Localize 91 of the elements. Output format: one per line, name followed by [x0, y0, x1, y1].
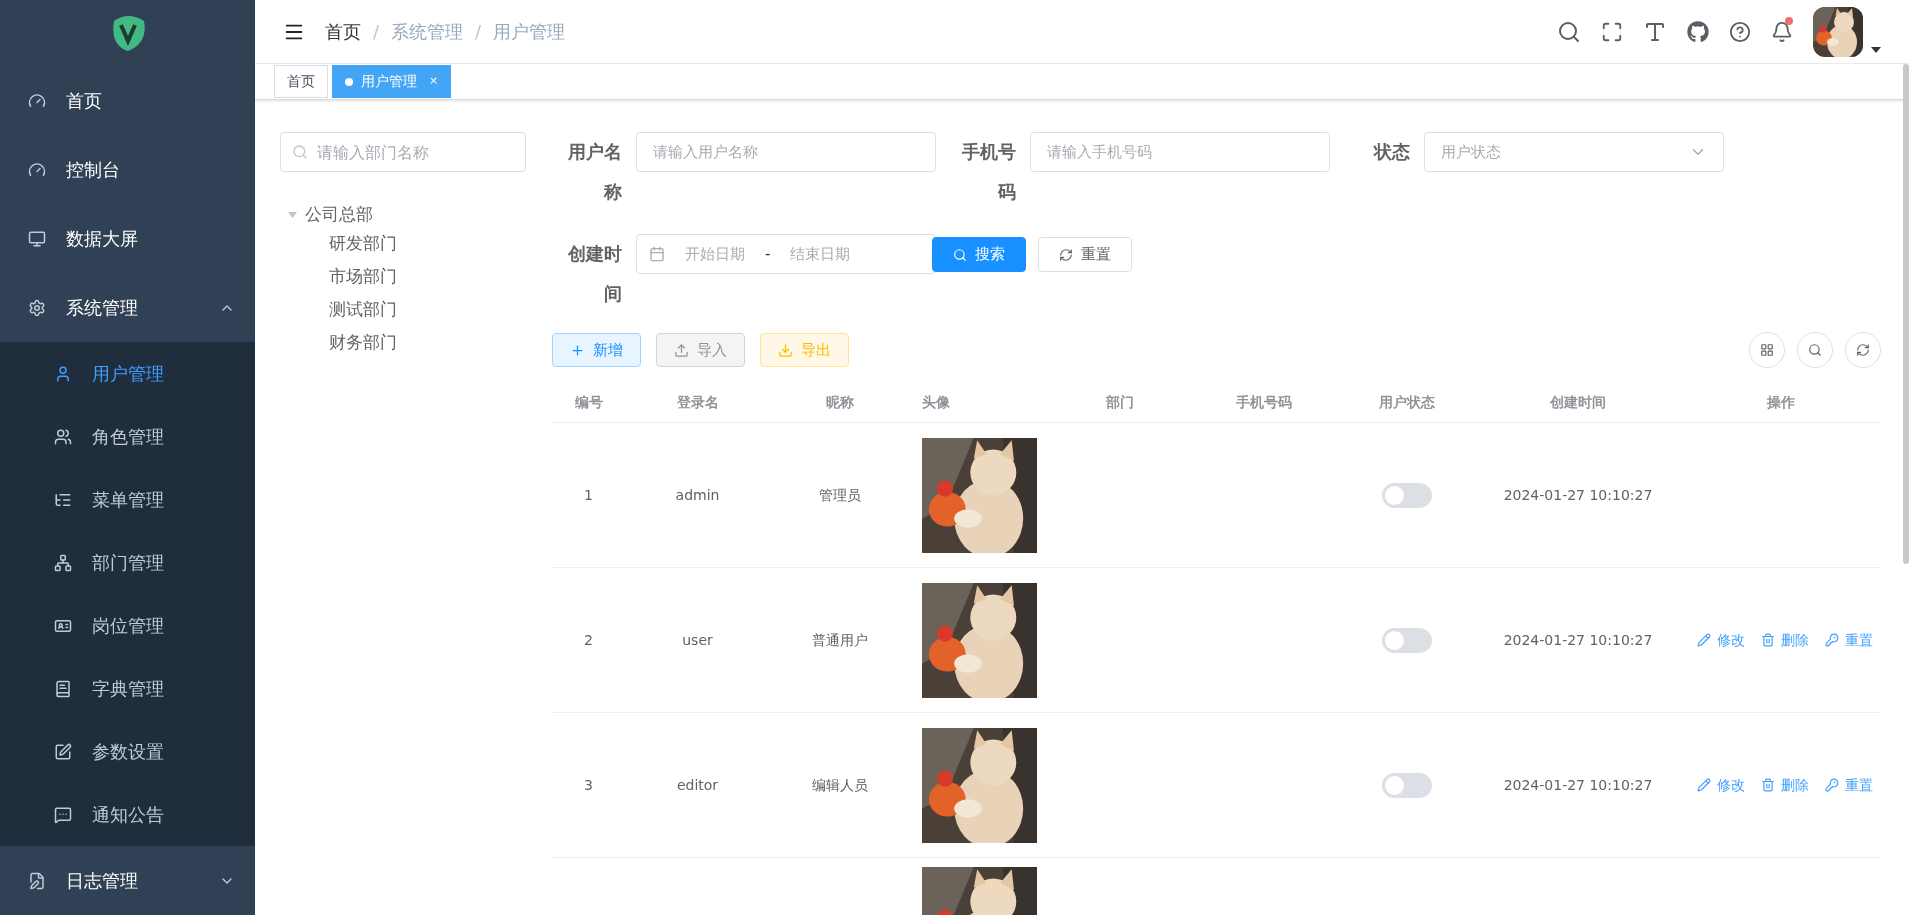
tree-node[interactable]: 测试部门: [329, 296, 397, 323]
tab[interactable]: 首页: [274, 65, 328, 98]
field-label: 状态: [1372, 140, 1411, 164]
grid-icon: [1760, 343, 1774, 357]
status-switch[interactable]: [1382, 482, 1432, 508]
breadcrumb-item: 系统管理: [391, 20, 464, 44]
submenu-item[interactable]: 参数设置: [0, 720, 255, 784]
text-field[interactable]: 请输入用户名称: [636, 132, 936, 172]
tree-node[interactable]: 市场部门: [329, 263, 397, 290]
column-header: 昵称: [826, 393, 854, 410]
table-cell: 编辑人员: [812, 776, 868, 793]
download-icon: [778, 342, 793, 358]
table-cell: admin: [675, 486, 720, 503]
column-header: 部门: [1106, 393, 1134, 410]
pen-square-icon: [54, 742, 72, 761]
submenu-item[interactable]: 字典管理: [0, 657, 255, 721]
breadcrumb-item[interactable]: 首页: [325, 18, 361, 45]
column-header: 头像: [922, 393, 950, 410]
refresh-icon: [1059, 247, 1073, 262]
field-label: 用户名称: [567, 140, 623, 204]
calendar-icon: [649, 246, 665, 262]
scrollbar-thumb[interactable]: [1903, 64, 1909, 564]
help-icon[interactable]: [1729, 20, 1751, 43]
table-cell: 1: [584, 486, 593, 503]
tree-node[interactable]: 公司总部: [305, 201, 373, 228]
gear-icon: [28, 298, 46, 317]
bell-icon[interactable]: [1771, 20, 1793, 43]
pencil-icon: [1697, 778, 1711, 792]
submenu-item[interactable]: 角色管理: [0, 405, 255, 469]
caret-icon[interactable]: [1871, 46, 1881, 53]
column-header: 操作: [1766, 393, 1795, 410]
submenu-item[interactable]: 通知公告: [0, 783, 255, 847]
dept-search-field[interactable]: 请输入部门名称: [280, 132, 526, 172]
search-icon: [1808, 343, 1822, 357]
menu-item[interactable]: 系统管理: [0, 273, 255, 343]
breadcrumb-item: 用户管理: [493, 20, 566, 44]
table-cell: 管理员: [819, 486, 861, 503]
gauge-icon: [28, 91, 46, 110]
table-cell: 2: [584, 631, 593, 648]
column-header: 编号: [574, 393, 603, 410]
tree-node[interactable]: 研发部门: [329, 230, 397, 257]
status-switch[interactable]: [1382, 772, 1432, 798]
table-cell: 普通用户: [812, 631, 868, 648]
menu-item[interactable]: 数据大屏: [0, 204, 255, 274]
upload-icon: [674, 342, 689, 358]
monitor-icon: [28, 229, 46, 248]
gauge-icon: [28, 160, 46, 179]
menu-item[interactable]: 首页: [0, 66, 255, 136]
breadcrumb-separator: /: [475, 20, 482, 44]
column-header: 创建时间: [1550, 393, 1606, 410]
table-cell: user: [682, 631, 713, 648]
table-cell: editor: [676, 776, 719, 793]
field-label: 手机号码: [961, 140, 1017, 204]
refresh-icon: [1856, 343, 1870, 357]
column-header: 手机号码: [1236, 393, 1292, 410]
org-chart-icon: [54, 553, 72, 572]
menu-item[interactable]: 控制台: [0, 135, 255, 205]
table-cell: 3: [584, 776, 593, 793]
trash-icon: [1761, 778, 1775, 792]
column-header: 登录名: [676, 393, 719, 410]
search-icon[interactable]: [1557, 19, 1581, 44]
github-icon[interactable]: [1687, 20, 1709, 43]
menu-item[interactable]: 日志管理: [0, 846, 255, 915]
search-icon: [292, 144, 308, 160]
field-label: 创建时间: [567, 242, 623, 306]
user-avatar[interactable]: [1813, 6, 1863, 57]
submenu-item[interactable]: 部门管理: [0, 531, 255, 595]
key-icon: [1825, 778, 1839, 792]
person-icon: [54, 364, 72, 383]
search-icon: [953, 247, 967, 262]
book-icon: [54, 679, 72, 698]
reset-button[interactable]: 重置: [1038, 237, 1132, 272]
pencil-icon: [1697, 633, 1711, 647]
breadcrumb-separator: /: [373, 20, 380, 44]
tree-node[interactable]: 财务部门: [329, 329, 397, 356]
submenu-item[interactable]: 用户管理: [0, 342, 255, 406]
plus-icon: [570, 342, 585, 358]
key-icon: [1825, 633, 1839, 647]
chat-icon: [54, 805, 72, 824]
text-field[interactable]: 请输入手机号码: [1030, 132, 1330, 172]
table-cell: 2024-01-27 10:10:27: [1503, 486, 1653, 503]
submenu-item[interactable]: 菜单管理: [0, 468, 255, 532]
people-icon: [54, 427, 72, 446]
fullscreen-icon[interactable]: [1601, 20, 1623, 43]
table-cell: 2024-01-27 10:10:27: [1503, 776, 1653, 793]
submenu-item[interactable]: 岗位管理: [0, 594, 255, 658]
file-pen-icon: [28, 871, 46, 890]
table-cell: 2024-01-27 10:10:27: [1503, 631, 1653, 648]
status-switch[interactable]: [1382, 627, 1432, 653]
trash-icon: [1761, 633, 1775, 647]
column-header: 用户状态: [1379, 393, 1435, 410]
